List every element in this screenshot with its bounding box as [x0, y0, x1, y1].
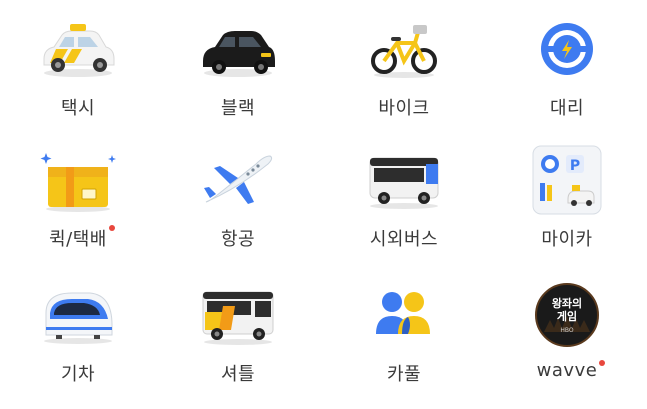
service-train[interactable]: 기차: [8, 278, 148, 398]
carpool-icon: [359, 278, 449, 352]
service-wavve[interactable]: 왕좌의 게임 HBO wavve: [497, 278, 637, 398]
service-driver[interactable]: 대리: [497, 12, 637, 132]
service-bike[interactable]: 바이크: [334, 12, 474, 132]
new-badge-dot: [599, 360, 606, 366]
service-label: 택시: [60, 98, 96, 119]
service-quick-parcel[interactable]: 퀵/택배: [8, 143, 148, 263]
service-flight[interactable]: 항공: [168, 143, 308, 263]
parcel-box-icon: [33, 143, 123, 217]
bike-icon: [359, 12, 449, 86]
service-label: 블랙: [220, 98, 256, 119]
service-black[interactable]: 블랙: [168, 12, 308, 132]
svg-text:HBO: HBO: [560, 327, 574, 334]
service-taxi[interactable]: 택시: [8, 12, 148, 132]
airplane-icon: [193, 143, 283, 217]
svg-text:P: P: [570, 158, 580, 174]
service-label: wavve: [536, 360, 606, 381]
service-grid: 택시 블랙 바이크 대리 퀵/택배 항공 시외버스 P 마이카 기차 셔틀 카풀…: [0, 0, 647, 409]
steering-wheel-icon: [522, 12, 612, 86]
service-label: 항공: [220, 229, 256, 250]
svg-text:게임: 게임: [557, 309, 577, 323]
service-label: 시외버스: [369, 229, 439, 250]
service-label: 셔틀: [220, 364, 256, 385]
service-label-text: wavve: [536, 360, 598, 381]
service-shuttle[interactable]: 셔틀: [168, 278, 308, 398]
black-car-icon: [193, 12, 283, 86]
service-label: 퀵/택배: [49, 225, 115, 251]
mycar-icon: P: [522, 143, 612, 217]
shuttle-icon: [193, 278, 283, 352]
service-label: 카풀: [386, 364, 422, 385]
wavve-icon: 왕좌의 게임 HBO: [522, 278, 612, 352]
train-icon: [33, 278, 123, 352]
service-label: 마이카: [541, 229, 593, 250]
service-label: 대리: [549, 98, 585, 119]
service-label-text: 퀵/택배: [49, 229, 107, 250]
bus-icon: [359, 143, 449, 217]
service-label: 바이크: [378, 98, 430, 119]
service-carpool[interactable]: 카풀: [334, 278, 474, 398]
taxi-icon: [33, 12, 123, 86]
svg-text:왕좌의: 왕좌의: [552, 296, 582, 310]
service-mycar[interactable]: P 마이카: [497, 143, 637, 263]
new-badge-dot: [108, 225, 115, 231]
service-label: 기차: [60, 364, 96, 385]
service-intercity-bus[interactable]: 시외버스: [334, 143, 474, 263]
